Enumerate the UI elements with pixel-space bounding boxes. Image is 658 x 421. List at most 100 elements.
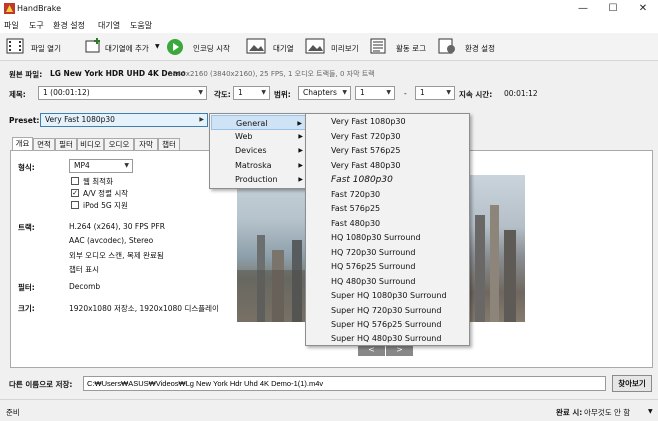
chevron-down-icon: ▼ — [155, 43, 160, 50]
add-to-queue-button[interactable]: 대기열에 추가 ▼ — [84, 33, 162, 60]
menu-item-production[interactable]: Production ▶ — [211, 172, 307, 187]
chevron-right-icon: ▶ — [298, 162, 303, 169]
ipod-label: iPod 5G 지원 — [83, 201, 128, 210]
open-source-label: 파일 열기 — [31, 44, 61, 53]
chevron-right-icon: ▶ — [298, 147, 303, 154]
web-optimized-checkbox[interactable] — [71, 177, 79, 185]
log-icon — [370, 38, 386, 54]
maximize-button[interactable]: ☐ — [598, 0, 628, 18]
preset-item[interactable]: HQ 576p25 Surround — [307, 260, 469, 275]
menu-item-devices[interactable]: Devices ▶ — [211, 143, 307, 158]
menu-file[interactable]: 파일 — [4, 20, 19, 31]
format-select[interactable]: MP4 ▼ — [69, 159, 133, 173]
queue-icon — [246, 38, 266, 54]
category-label: Production — [235, 175, 278, 184]
range-end-select[interactable]: 1 ▼ — [415, 86, 455, 100]
chevron-right-icon: ▶ — [298, 133, 303, 140]
menu-help[interactable]: 도움말 — [130, 20, 152, 31]
preferences-button[interactable]: 환경 설정 — [437, 33, 503, 60]
preset-item[interactable]: Fast 576p25 — [307, 202, 469, 217]
range-type-value: Chapters — [303, 88, 337, 97]
browse-button[interactable]: 찾아보기 — [612, 375, 652, 392]
preset-item[interactable]: Fast 720p30 — [307, 188, 469, 203]
web-optimized-label: 웹 최적화 — [83, 177, 113, 186]
duration-value: 00:01:12 — [504, 89, 538, 98]
preset-item[interactable]: Very Fast 480p30 — [307, 159, 469, 174]
settings-icon — [438, 38, 455, 54]
format-value: MP4 — [74, 161, 90, 170]
range-end-value: 1 — [420, 88, 425, 97]
range-start-value: 1 — [360, 88, 365, 97]
title-value: 1 (00:01:12) — [43, 88, 90, 97]
destination-path-input[interactable] — [83, 376, 606, 391]
range-separator: - — [404, 89, 407, 98]
range-type-select[interactable]: Chapters ▼ — [298, 86, 351, 100]
chevron-right-icon: ▶ — [199, 116, 204, 123]
preset-item[interactable]: Very Fast 720p30 — [307, 130, 469, 145]
tab-summary[interactable]: 개요 — [12, 137, 33, 151]
title-bar: HandBrake — ☐ ✕ — [0, 0, 658, 18]
chevron-down-icon: ▼ — [261, 89, 266, 96]
open-source-button[interactable]: 파일 열기 — [4, 33, 64, 60]
status-bar: 준비 완료 시: 아무것도 안 함 ▼ — [0, 399, 658, 421]
menu-item-general[interactable]: General ▶ — [211, 115, 307, 130]
menu-item-web[interactable]: Web ▶ — [211, 129, 307, 144]
when-done-select[interactable]: 아무것도 안 함 — [584, 407, 630, 418]
angle-select[interactable]: 1 ▼ — [233, 86, 270, 100]
queue-add-icon — [85, 38, 100, 53]
title-select[interactable]: 1 (00:01:12) ▼ — [38, 86, 207, 100]
start-encode-label: 인코딩 시작 — [193, 44, 230, 53]
preset-item-default[interactable]: Fast 1080p30 — [307, 173, 469, 188]
av-align-checkbox[interactable]: ✓ — [71, 189, 79, 197]
av-align-label: A/V 정렬 시작 — [83, 189, 129, 198]
format-label: 형식: — [18, 163, 35, 172]
queue-button[interactable]: 대기열 — [244, 33, 298, 60]
chevron-right-icon: ▶ — [298, 176, 303, 183]
menu-tools[interactable]: 도구 — [29, 20, 44, 31]
minimize-button[interactable]: — — [568, 0, 598, 18]
when-done-label: 완료 시: — [556, 408, 583, 417]
activity-log-label: 활동 로그 — [396, 44, 426, 53]
preset-item[interactable]: Super HQ 480p30 Surround — [307, 333, 469, 345]
chevron-down-icon: ▼ — [446, 89, 451, 96]
range-start-select[interactable]: 1 ▼ — [355, 86, 395, 100]
category-label: Devices — [235, 146, 267, 155]
preset-item[interactable]: Super HQ 576p25 Surround — [307, 318, 469, 333]
preset-item[interactable]: Super HQ 720p30 Surround — [307, 304, 469, 319]
size-value: 1920x1080 저장소, 1920x1080 디스플레이 — [69, 304, 219, 313]
ipod-checkbox[interactable] — [71, 201, 79, 209]
track-foreign-scan: 외부 오디오 스캔, 복제 완료됨 — [69, 251, 164, 260]
menu-item-matroska[interactable]: Matroska ▶ — [211, 158, 307, 173]
preset-category-menu: General ▶ Web ▶ Devices ▶ Matroska ▶ Pro… — [209, 113, 308, 189]
angle-label: 각도: — [214, 90, 231, 99]
source-info: 3840x2160 (3840x2160), 25 FPS, 1 오디오 트랙들… — [168, 70, 375, 78]
preview-button[interactable]: 미리보기 — [304, 33, 366, 60]
menu-preferences[interactable]: 환경 설정 — [53, 20, 85, 31]
status-text: 준비 — [6, 408, 20, 417]
preview-label: 미리보기 — [331, 44, 359, 53]
preset-item[interactable]: Very Fast 1080p30 — [307, 115, 469, 130]
preset-item[interactable]: Fast 480p30 — [307, 217, 469, 232]
preset-value: Very Fast 1080p30 — [45, 115, 115, 124]
preferences-label: 환경 설정 — [465, 44, 495, 53]
start-encode-button[interactable]: 인코딩 시작 — [166, 33, 238, 60]
chevron-down-icon: ▼ — [124, 162, 129, 169]
preset-item[interactable]: HQ 480p30 Surround — [307, 275, 469, 290]
preset-item[interactable]: Very Fast 576p25 — [307, 144, 469, 159]
menu-queue[interactable]: 대기열 — [98, 20, 120, 31]
preset-label: Preset: — [9, 116, 40, 125]
chevron-down-icon: ▼ — [198, 89, 203, 96]
filters-label: 필터: — [18, 283, 35, 292]
preset-item[interactable]: HQ 720p30 Surround — [307, 246, 469, 261]
window-title: HandBrake — [17, 4, 62, 13]
preset-item[interactable]: Super HQ 1080p30 Surround — [307, 289, 469, 304]
preset-select[interactable]: Very Fast 1080p30 ▶ — [40, 113, 208, 127]
close-button[interactable]: ✕ — [628, 0, 658, 18]
source-label: 원본 파일: — [9, 70, 43, 79]
preset-item[interactable]: HQ 1080p30 Surround — [307, 231, 469, 246]
film-icon — [6, 38, 24, 54]
activity-log-button[interactable]: 활동 로그 — [369, 33, 433, 60]
preview-image-right — [470, 175, 525, 322]
queue-label: 대기열 — [273, 44, 294, 53]
handbrake-logo-icon — [4, 3, 15, 14]
